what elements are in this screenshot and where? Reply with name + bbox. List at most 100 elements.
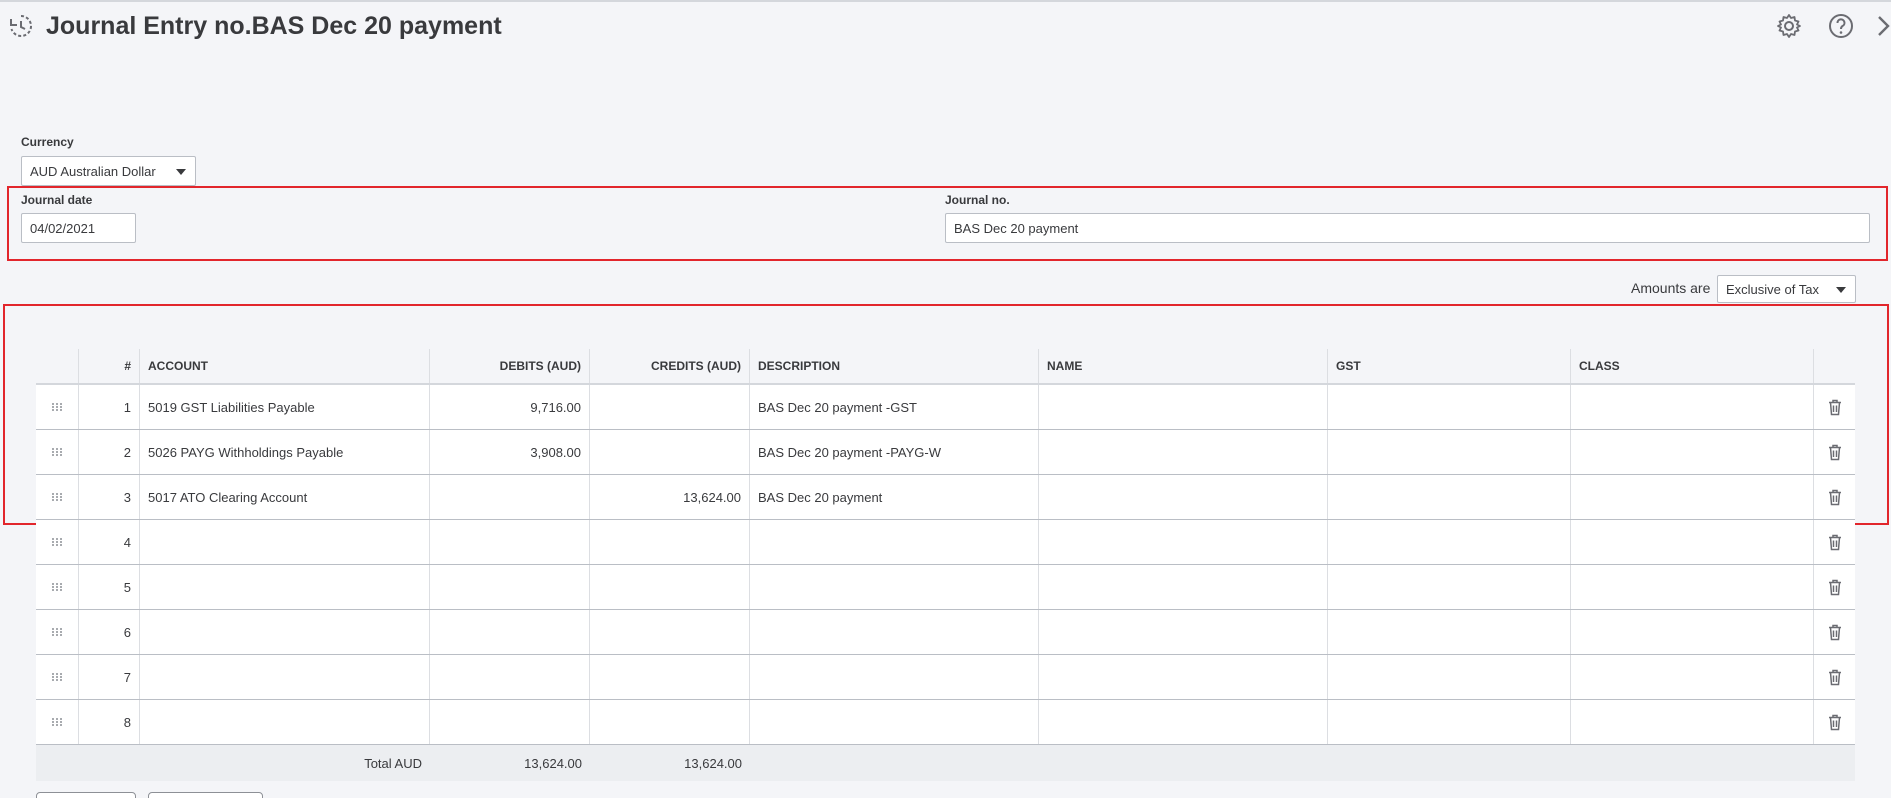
- history-icon[interactable]: [8, 13, 34, 39]
- description-cell[interactable]: BAS Dec 20 payment -GST: [750, 385, 1039, 429]
- drag-handle-icon[interactable]: [36, 655, 79, 699]
- class-cell[interactable]: [1571, 700, 1814, 744]
- description-cell[interactable]: BAS Dec 20 payment: [750, 475, 1039, 519]
- account-cell[interactable]: [140, 520, 430, 564]
- line-number: 2: [79, 430, 140, 474]
- trash-icon[interactable]: [1814, 655, 1855, 699]
- column-header-account: ACCOUNT: [140, 349, 430, 383]
- gst-cell[interactable]: [1328, 700, 1571, 744]
- gst-cell[interactable]: [1328, 565, 1571, 609]
- class-cell[interactable]: [1571, 520, 1814, 564]
- table-row: 5: [36, 565, 1855, 610]
- drag-handle-icon[interactable]: [36, 475, 79, 519]
- top-divider: [0, 0, 1891, 2]
- account-cell[interactable]: 5017 ATO Clearing Account: [140, 475, 430, 519]
- name-cell[interactable]: [1039, 565, 1328, 609]
- credit-cell[interactable]: [590, 610, 750, 654]
- add-lines-button[interactable]: [36, 792, 136, 798]
- clear-all-lines-button[interactable]: [148, 792, 263, 798]
- credit-cell[interactable]: [590, 655, 750, 699]
- table-header: # ACCOUNT DEBITS (AUD) CREDITS (AUD) DES…: [36, 349, 1855, 385]
- trash-icon[interactable]: [1814, 385, 1855, 429]
- account-cell[interactable]: [140, 565, 430, 609]
- line-number: 6: [79, 610, 140, 654]
- credit-cell[interactable]: [590, 700, 750, 744]
- page-title: Journal Entry no.BAS Dec 20 payment: [46, 12, 502, 40]
- account-cell[interactable]: [140, 655, 430, 699]
- column-header-debits: DEBITS (AUD): [430, 349, 590, 383]
- trash-icon[interactable]: [1814, 520, 1855, 564]
- amounts-are-select[interactable]: Exclusive of Tax: [1717, 275, 1856, 303]
- debit-cell[interactable]: [430, 610, 590, 654]
- description-cell[interactable]: [750, 520, 1039, 564]
- drag-handle-icon[interactable]: [36, 610, 79, 654]
- gst-cell[interactable]: [1328, 610, 1571, 654]
- trash-icon[interactable]: [1814, 565, 1855, 609]
- class-cell[interactable]: [1571, 475, 1814, 519]
- class-cell[interactable]: [1571, 655, 1814, 699]
- debit-cell[interactable]: [430, 655, 590, 699]
- name-cell[interactable]: [1039, 610, 1328, 654]
- currency-select[interactable]: AUD Australian Dollar: [21, 156, 196, 186]
- gst-cell[interactable]: [1328, 385, 1571, 429]
- account-cell[interactable]: [140, 700, 430, 744]
- name-cell[interactable]: [1039, 655, 1328, 699]
- name-cell[interactable]: [1039, 700, 1328, 744]
- drag-handle-icon[interactable]: [36, 565, 79, 609]
- account-cell[interactable]: 5019 GST Liabilities Payable: [140, 385, 430, 429]
- description-cell[interactable]: [750, 565, 1039, 609]
- debit-cell[interactable]: 3,908.00: [430, 430, 590, 474]
- journal-date-input[interactable]: [21, 213, 136, 243]
- table-row: 1 5019 GST Liabilities Payable 9,716.00 BAS…: [36, 385, 1855, 430]
- account-cell[interactable]: 5026 PAYG Withholdings Payable: [140, 430, 430, 474]
- gst-cell[interactable]: [1328, 655, 1571, 699]
- credit-cell[interactable]: [590, 565, 750, 609]
- trash-icon[interactable]: [1814, 700, 1855, 744]
- help-icon[interactable]: [1828, 13, 1854, 39]
- class-cell[interactable]: [1571, 385, 1814, 429]
- description-cell[interactable]: [750, 700, 1039, 744]
- credit-cell[interactable]: [590, 385, 750, 429]
- table-row: 7: [36, 655, 1855, 700]
- description-cell[interactable]: [750, 655, 1039, 699]
- class-cell[interactable]: [1571, 610, 1814, 654]
- gst-cell[interactable]: [1328, 475, 1571, 519]
- line-number: 3: [79, 475, 140, 519]
- debit-cell[interactable]: 9,716.00: [430, 385, 590, 429]
- column-header-credits: CREDITS (AUD): [590, 349, 750, 383]
- credit-cell[interactable]: 13,624.00: [590, 475, 750, 519]
- name-cell[interactable]: [1039, 520, 1328, 564]
- drag-handle-icon[interactable]: [36, 520, 79, 564]
- total-row: Total AUD 13,624.00 13,624.00: [36, 745, 1855, 781]
- column-header-drag: [36, 349, 79, 383]
- column-header-number: #: [79, 349, 140, 383]
- credit-cell[interactable]: [590, 430, 750, 474]
- gst-cell[interactable]: [1328, 430, 1571, 474]
- trash-icon[interactable]: [1814, 430, 1855, 474]
- account-cell[interactable]: [140, 610, 430, 654]
- name-cell[interactable]: [1039, 430, 1328, 474]
- line-number: 1: [79, 385, 140, 429]
- description-cell[interactable]: BAS Dec 20 payment -PAYG-W: [750, 430, 1039, 474]
- drag-handle-icon[interactable]: [36, 385, 79, 429]
- chevron-down-icon: [176, 169, 186, 175]
- name-cell[interactable]: [1039, 385, 1328, 429]
- credit-cell[interactable]: [590, 520, 750, 564]
- trash-icon[interactable]: [1814, 475, 1855, 519]
- gst-cell[interactable]: [1328, 520, 1571, 564]
- class-cell[interactable]: [1571, 430, 1814, 474]
- debit-cell[interactable]: [430, 475, 590, 519]
- gear-icon[interactable]: [1776, 13, 1802, 39]
- drag-handle-icon[interactable]: [36, 700, 79, 744]
- debit-cell[interactable]: [430, 520, 590, 564]
- description-cell[interactable]: [750, 610, 1039, 654]
- close-icon[interactable]: [1876, 13, 1891, 39]
- drag-handle-icon[interactable]: [36, 430, 79, 474]
- trash-icon[interactable]: [1814, 610, 1855, 654]
- name-cell[interactable]: [1039, 475, 1328, 519]
- debit-cell[interactable]: [430, 700, 590, 744]
- debit-cell[interactable]: [430, 565, 590, 609]
- class-cell[interactable]: [1571, 565, 1814, 609]
- journal-no-input[interactable]: [945, 213, 1870, 243]
- amounts-are-value: Exclusive of Tax: [1726, 281, 1819, 297]
